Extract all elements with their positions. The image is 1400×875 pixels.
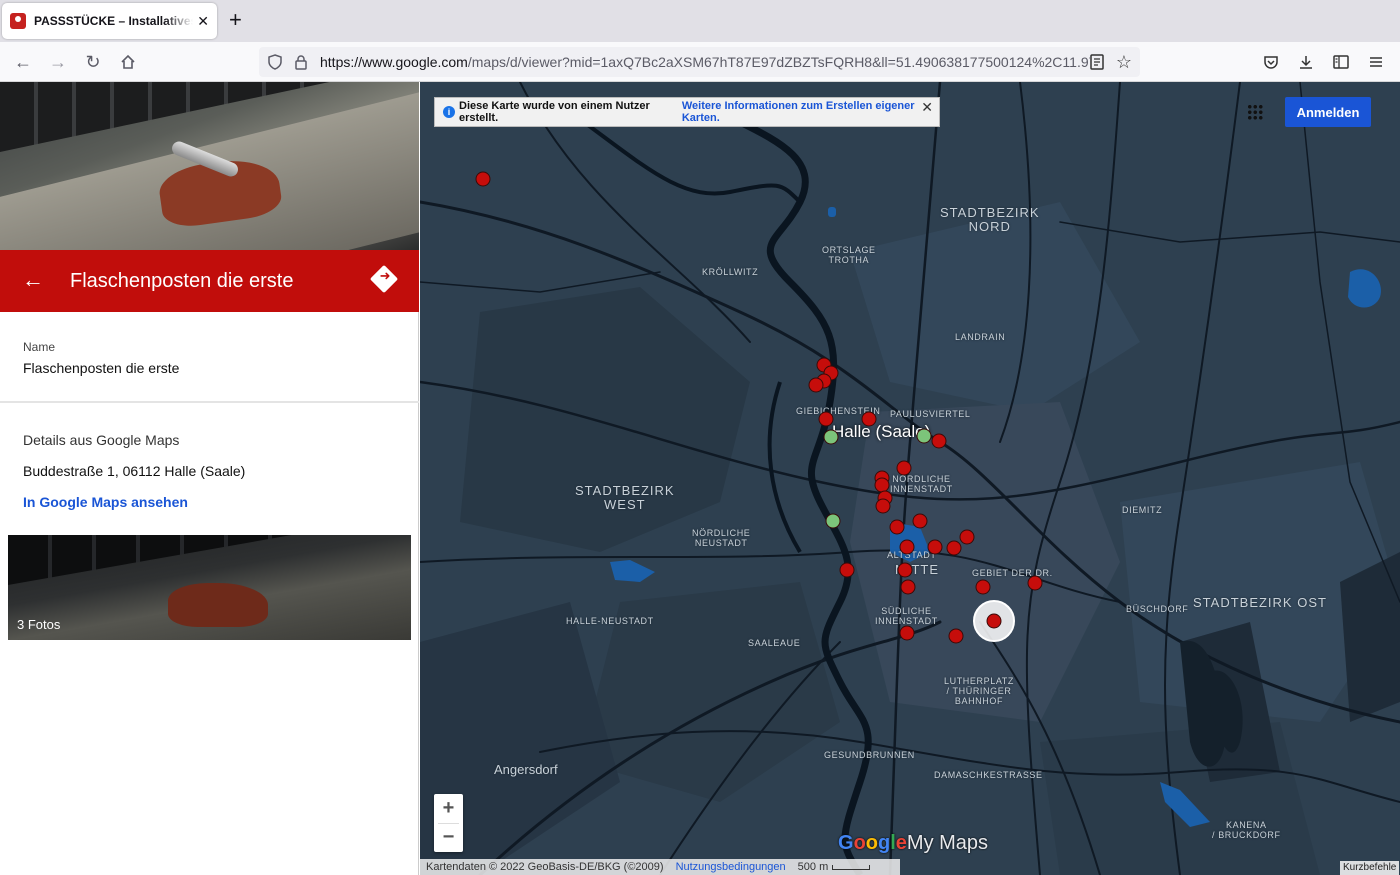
divider bbox=[0, 401, 419, 403]
map-marker-red[interactable] bbox=[839, 562, 855, 578]
map-marker-green[interactable] bbox=[823, 429, 839, 445]
scale-bar bbox=[832, 864, 871, 870]
new-tab-icon[interactable]: + bbox=[229, 9, 242, 31]
forward-icon[interactable]: → bbox=[46, 50, 70, 74]
map-marker-red[interactable] bbox=[946, 540, 962, 556]
map-marker-red[interactable] bbox=[875, 498, 891, 514]
attribution-text: Kartendaten © 2022 GeoBasis-DE/BKG (©200… bbox=[426, 861, 664, 873]
apps-grid-icon[interactable] bbox=[1247, 104, 1263, 120]
map-marker-red[interactable] bbox=[874, 477, 890, 493]
user-map-notice: i Diese Karte wurde von einem Nutzer ers… bbox=[434, 97, 940, 127]
pocket-icon[interactable] bbox=[1259, 50, 1283, 74]
reload-icon[interactable]: ↻ bbox=[81, 50, 105, 74]
map-marker-red[interactable] bbox=[897, 562, 913, 578]
gallery-bag bbox=[168, 583, 268, 627]
map-marker-red[interactable] bbox=[818, 411, 834, 427]
keyboard-shortcuts-link[interactable]: Kurzbefehle bbox=[1340, 861, 1400, 875]
reader-view-icon[interactable] bbox=[1085, 50, 1109, 74]
logo-mymaps-text: My Maps bbox=[906, 832, 989, 854]
selected-map-marker[interactable] bbox=[986, 613, 1002, 629]
map-marker-red[interactable] bbox=[931, 433, 947, 449]
google-maps-link[interactable]: In Google Maps ansehen bbox=[23, 494, 188, 510]
directions-icon[interactable] bbox=[369, 264, 399, 294]
url-bar[interactable]: https://www.google.com/maps/d/viewer?mid… bbox=[259, 47, 1140, 77]
zoom-control: + − bbox=[434, 794, 463, 852]
close-tab-icon[interactable]: ✕ bbox=[197, 13, 209, 30]
zoom-out-button[interactable]: − bbox=[434, 823, 463, 852]
zoom-in-button[interactable]: + bbox=[434, 794, 463, 823]
details-heading: Details aus Google Maps bbox=[23, 432, 180, 448]
shield-icon[interactable] bbox=[263, 50, 287, 74]
close-notice-icon[interactable]: ✕ bbox=[921, 99, 933, 116]
map-marker-red[interactable] bbox=[912, 513, 928, 529]
download-icon[interactable] bbox=[1294, 50, 1318, 74]
menu-icon[interactable] bbox=[1364, 50, 1388, 74]
name-value: Flaschenposten die erste bbox=[23, 360, 180, 376]
map-attribution: Kartendaten © 2022 GeoBasis-DE/BKG (©200… bbox=[420, 859, 900, 875]
map-marker-red[interactable] bbox=[896, 460, 912, 476]
map-marker-red[interactable] bbox=[959, 529, 975, 545]
map-marker-red[interactable] bbox=[900, 579, 916, 595]
address: Buddestraße 1, 06112 Halle (Saale) bbox=[23, 463, 246, 479]
map-marker-green[interactable] bbox=[825, 513, 841, 529]
map-marker-red[interactable] bbox=[1027, 575, 1043, 591]
google-my-maps-logo: GoogleMy Maps bbox=[838, 832, 989, 854]
notice-link[interactable]: Weitere Informationen zum Erstellen eige… bbox=[682, 100, 939, 124]
map-marker-red[interactable] bbox=[808, 377, 824, 393]
url-path: /maps/d/viewer?mid=1axQ7Bc2aXSM67hT87E97… bbox=[467, 54, 1090, 70]
name-label: Name bbox=[23, 340, 56, 354]
map-marker-red[interactable] bbox=[889, 519, 905, 535]
feature-title: Flaschenposten die erste bbox=[70, 270, 294, 292]
map-marker-red[interactable] bbox=[475, 171, 491, 187]
map-canvas[interactable]: STADTBEZIRK NORD ORTSLAGE TROTHA KRÖLLWITZ… bbox=[420, 82, 1400, 875]
tab-bar: PASSSTÜCKE – Installatives Arbeiten ✕ + bbox=[0, 0, 1400, 42]
map-marker-red[interactable] bbox=[899, 539, 915, 555]
map-marker-red[interactable] bbox=[975, 579, 991, 595]
terms-link[interactable]: Nutzungsbedingungen bbox=[676, 861, 786, 873]
feature-details-panel: ← Flaschenposten die erste Name Flaschen… bbox=[0, 82, 419, 875]
map-marker-red[interactable] bbox=[861, 411, 877, 427]
photo-count: 3 Fotos bbox=[17, 617, 61, 632]
notice-text: Diese Karte wurde von einem Nutzer erste… bbox=[459, 100, 650, 124]
map-markers bbox=[475, 171, 1043, 644]
map-marker-red[interactable] bbox=[948, 628, 964, 644]
hero-photo[interactable] bbox=[0, 82, 419, 250]
map-pin-icon bbox=[10, 13, 26, 29]
home-icon[interactable] bbox=[116, 50, 140, 74]
url-host: https://www.google.com bbox=[320, 54, 468, 70]
back-arrow-icon[interactable]: ← bbox=[22, 268, 46, 292]
back-icon[interactable]: ← bbox=[11, 50, 35, 74]
url-text: https://www.google.com/maps/d/viewer?mid… bbox=[320, 54, 1090, 70]
map-marker-red[interactable] bbox=[927, 539, 943, 555]
tab-title: PASSSTÜCKE – Installatives Arbeiten bbox=[34, 14, 194, 28]
map-marker-green[interactable] bbox=[916, 428, 932, 444]
zoom-separator bbox=[438, 823, 459, 824]
info-icon: i bbox=[443, 106, 455, 118]
map-marker-red[interactable] bbox=[899, 625, 915, 641]
scale-label: 500 m bbox=[797, 861, 829, 873]
bookmark-star-icon[interactable]: ☆ bbox=[1112, 50, 1136, 74]
sidebar-icon[interactable] bbox=[1329, 50, 1353, 74]
navigation-bar: ← → ↻ https://www.google.com/maps/d/view… bbox=[0, 42, 1400, 82]
browser-tab[interactable]: PASSSTÜCKE – Installatives Arbeiten ✕ bbox=[2, 3, 217, 39]
gallery-bins bbox=[8, 535, 411, 585]
signin-button[interactable]: Anmelden bbox=[1285, 97, 1371, 127]
feature-title-bar: ← Flaschenposten die erste bbox=[0, 250, 419, 312]
photo-gallery[interactable]: 3 Fotos bbox=[8, 535, 411, 640]
lock-icon[interactable] bbox=[289, 50, 313, 74]
